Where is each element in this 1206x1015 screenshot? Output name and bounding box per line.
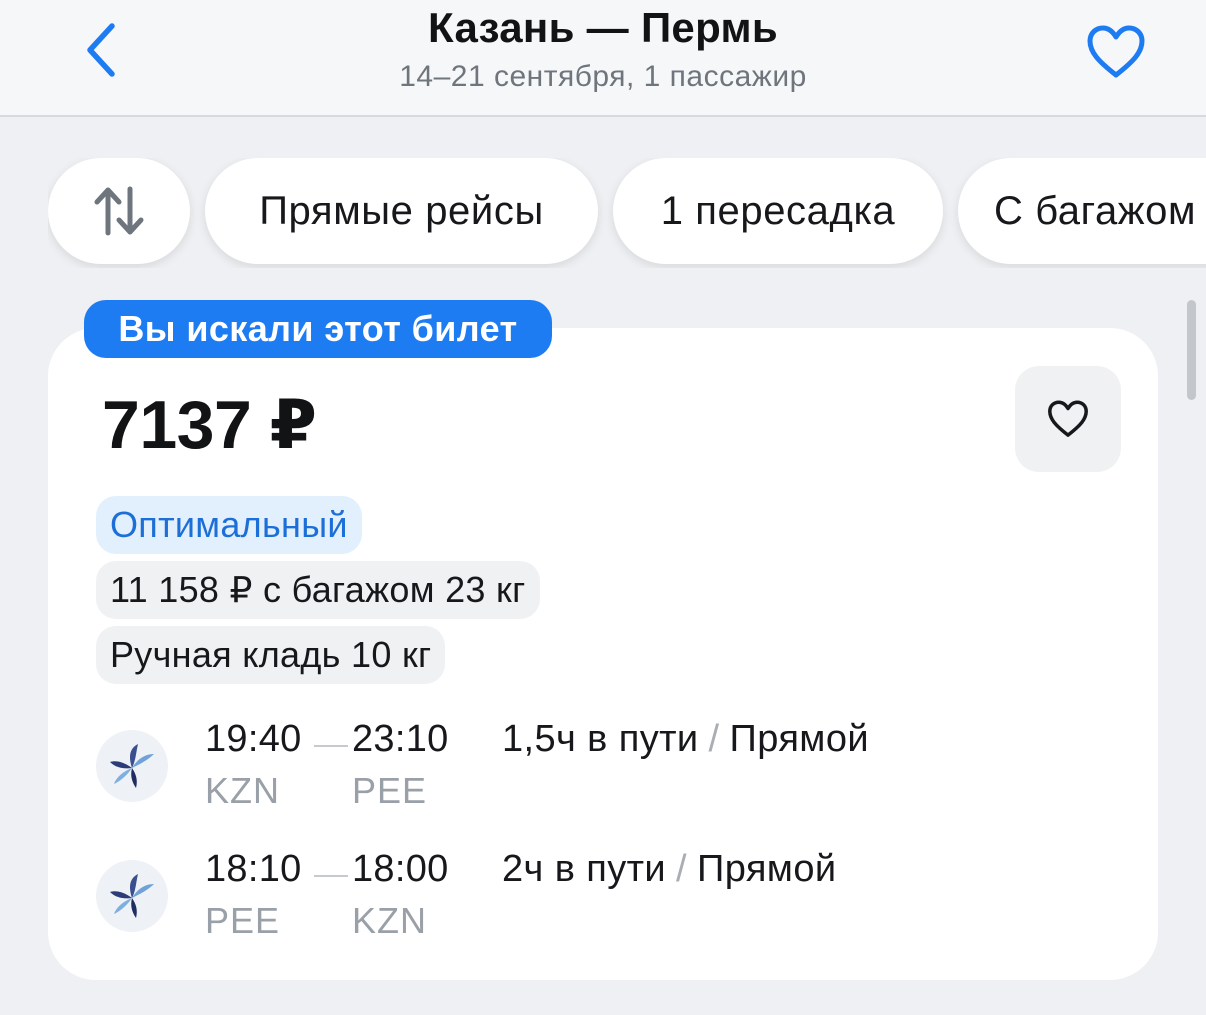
sort-button[interactable] (48, 158, 190, 264)
top-bar: Казань — Пермь 14–21 сентября, 1 пассажи… (0, 0, 1206, 117)
filter-with-baggage[interactable]: С багажом (958, 158, 1206, 264)
time-separator (314, 745, 348, 747)
info-separator: / (708, 718, 720, 760)
scrollbar[interactable] (1187, 300, 1196, 400)
filter-direct-flights[interactable]: Прямые рейсы (205, 158, 598, 264)
flight-duration: 2ч в пути (502, 848, 667, 890)
flight-duration: 1,5ч в пути (502, 718, 699, 760)
info-separator: / (676, 848, 688, 890)
heart-outline-icon (1048, 400, 1088, 437)
flight-type: Прямой (697, 848, 837, 890)
arrival-time: 23:10 (352, 718, 449, 760)
time-separator (314, 875, 348, 877)
route-subtitle: 14–21 сентября, 1 пассажир (399, 60, 807, 93)
airline-bird-logo-icon (110, 874, 154, 918)
airline-bird-logo-icon (110, 744, 154, 788)
departure-time: 18:10 (205, 848, 302, 890)
departure-airport-code: KZN (205, 770, 280, 811)
flight-info: 2ч в пути / Прямой (502, 848, 837, 891)
flight-segment-return: 18:10 18:00 PEE KZN 2ч в пути / Прямой (96, 848, 1096, 948)
searched-ticket-badge: Вы искали этот билет (84, 300, 552, 358)
departure-airport-code: PEE (205, 900, 281, 941)
ticket-price: 7137 ₽ (102, 387, 317, 463)
airline-logo (96, 730, 168, 802)
departure-time: 19:40 (205, 718, 302, 760)
route-title: Казань — Пермь (428, 4, 778, 51)
hand-luggage-tag: Ручная кладь 10 кг (96, 626, 446, 684)
flight-segment-outbound: 19:40 23:10 KZN PEE 1,5ч в пути / Прямой (96, 718, 1096, 818)
favorite-ticket-button[interactable] (1015, 366, 1121, 472)
heart-outline-icon (1087, 25, 1145, 78)
airline-logo (96, 860, 168, 932)
optimal-badge: Оптимальный (96, 496, 362, 554)
filter-chips-row: Прямые рейсы 1 пересадка С багажом (48, 158, 1206, 268)
arrival-airport-code: PEE (352, 770, 428, 811)
baggage-price-tag: 11 158 ₽ с багажом 23 кг (96, 561, 540, 619)
ticket-card[interactable]: 7137 ₽ Оптимальный 11 158 ₽ с багажом 23… (48, 328, 1158, 980)
flight-type: Прямой (729, 718, 869, 760)
arrival-time: 18:00 (352, 848, 449, 890)
arrival-airport-code: KZN (352, 900, 427, 941)
flight-info: 1,5ч в пути / Прямой (502, 718, 869, 761)
filter-one-transfer[interactable]: 1 пересадка (613, 158, 943, 264)
sort-arrows-icon (94, 186, 144, 236)
favorite-route-button[interactable] (1078, 14, 1154, 90)
